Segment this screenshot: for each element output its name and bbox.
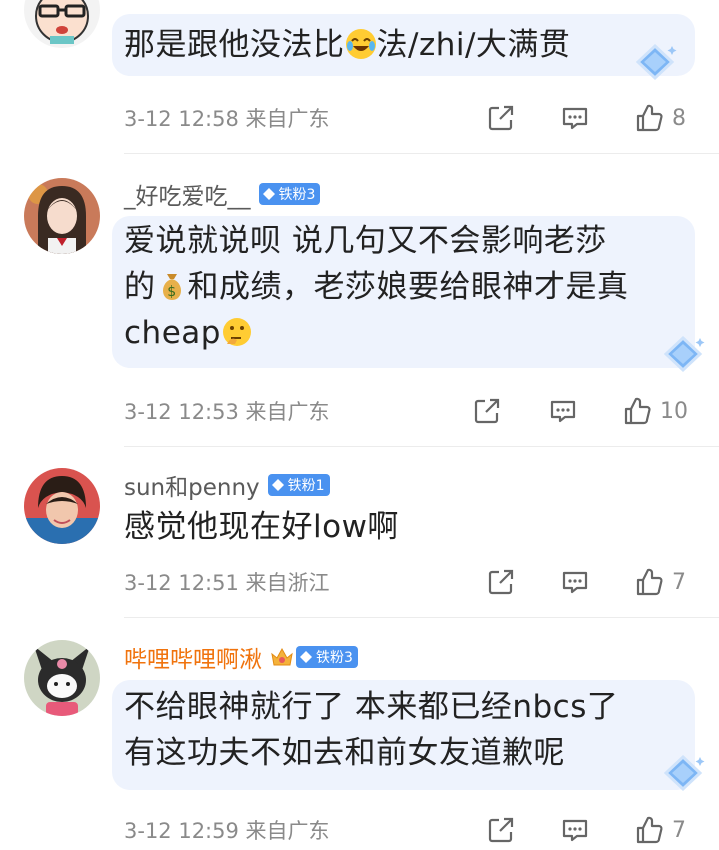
comment-footer: 3-12 12:58 来自广东 8 bbox=[124, 101, 697, 135]
share-button[interactable] bbox=[486, 101, 516, 135]
reply-button[interactable] bbox=[560, 101, 590, 135]
share-button[interactable] bbox=[486, 813, 516, 847]
user-meta: _好吃爱吃__ 铁粉3 bbox=[124, 177, 321, 211]
crown-icon bbox=[271, 647, 293, 666]
like-count: 8 bbox=[672, 105, 686, 131]
thumbs-up-icon bbox=[636, 816, 663, 844]
comment-text[interactable]: 爱说就说呗 说几句又不会影响老莎 的 $ 和成绩，老莎娘要给眼神才是真 cheap bbox=[124, 218, 679, 356]
comment-time-location: 3-12 12:58 来自广东 bbox=[124, 107, 330, 131]
comment-time-location: 3-12 12:51 来自浙江 bbox=[124, 571, 330, 595]
fan-badge[interactable]: 铁粉3 bbox=[258, 183, 321, 205]
reply-button[interactable] bbox=[548, 394, 578, 428]
thumbs-up-icon bbox=[624, 397, 651, 425]
divider bbox=[124, 446, 719, 447]
divider bbox=[124, 617, 719, 618]
like-count: 10 bbox=[660, 398, 688, 424]
comment-footer: 3-12 12:51 来自浙江 7 bbox=[124, 565, 697, 599]
username[interactable]: sun和penny bbox=[124, 468, 260, 502]
comment-icon bbox=[562, 819, 588, 842]
money-bag-emoji: $ bbox=[156, 269, 188, 301]
avatar-cartoon-image bbox=[24, 0, 100, 48]
reply-button[interactable] bbox=[560, 813, 590, 847]
avatar[interactable] bbox=[24, 0, 100, 48]
divider bbox=[124, 153, 719, 154]
comment-text[interactable]: 感觉他现在好low啊 bbox=[124, 504, 679, 550]
like-button[interactable]: 7 bbox=[634, 565, 686, 599]
share-icon bbox=[474, 398, 500, 424]
avatar[interactable] bbox=[24, 178, 100, 254]
comment-footer: 3-12 12:59 来自广东 7 bbox=[124, 813, 697, 847]
thumbs-up-icon bbox=[636, 568, 663, 596]
comment-text[interactable]: 不给眼神就行了 本来都已经nbcs了 有这功夫不如去和前女友道歉呢 bbox=[124, 684, 679, 776]
like-count: 7 bbox=[672, 817, 686, 843]
comment-text[interactable]: 那是跟他没法比 法/zhi/大满贯 bbox=[124, 22, 679, 68]
username[interactable]: 哔哩哔哩啊湫 bbox=[124, 640, 262, 674]
svg-text:$: $ bbox=[167, 284, 176, 300]
share-icon bbox=[488, 105, 514, 131]
comment-icon bbox=[562, 571, 588, 594]
gem-icon bbox=[300, 651, 312, 663]
like-button[interactable]: 8 bbox=[634, 101, 686, 135]
comment-icon bbox=[562, 107, 588, 130]
share-button[interactable] bbox=[472, 394, 502, 428]
comment-icon bbox=[550, 400, 576, 423]
diamond-decoration-icon bbox=[663, 335, 705, 373]
user-meta: sun和penny 铁粉1 bbox=[124, 468, 330, 502]
share-icon bbox=[488, 569, 514, 595]
comment-footer: 3-12 12:53 来自广东 10 bbox=[124, 394, 697, 428]
thinking-face-emoji bbox=[221, 315, 253, 347]
avatar-photo-image bbox=[24, 178, 100, 254]
laughing-crying-emoji bbox=[345, 27, 377, 59]
thumbs-up-icon bbox=[636, 104, 663, 132]
diamond-decoration-icon bbox=[635, 43, 677, 81]
diamond-decoration-icon bbox=[663, 754, 705, 792]
gem-icon bbox=[271, 479, 284, 491]
avatar-kuromi-image bbox=[24, 640, 100, 716]
reply-button[interactable] bbox=[560, 565, 590, 599]
share-button[interactable] bbox=[486, 565, 516, 599]
avatar[interactable] bbox=[24, 468, 100, 544]
comment-time-location: 3-12 12:53 来自广东 bbox=[124, 400, 330, 424]
fan-badge[interactable]: 铁粉3 bbox=[296, 646, 358, 668]
avatar-photo-image bbox=[24, 468, 100, 544]
gem-icon bbox=[262, 188, 275, 200]
like-button[interactable]: 10 bbox=[622, 394, 688, 428]
share-icon bbox=[488, 817, 514, 843]
fan-badge[interactable]: 铁粉1 bbox=[267, 474, 330, 496]
like-count: 7 bbox=[672, 569, 686, 595]
username[interactable]: _好吃爱吃__ bbox=[124, 177, 251, 211]
user-meta: 哔哩哔哩啊湫 铁粉3 bbox=[124, 640, 358, 674]
comment-time-location: 3-12 12:59 来自广东 bbox=[124, 819, 330, 843]
avatar[interactable] bbox=[24, 640, 100, 716]
like-button[interactable]: 7 bbox=[634, 813, 686, 847]
